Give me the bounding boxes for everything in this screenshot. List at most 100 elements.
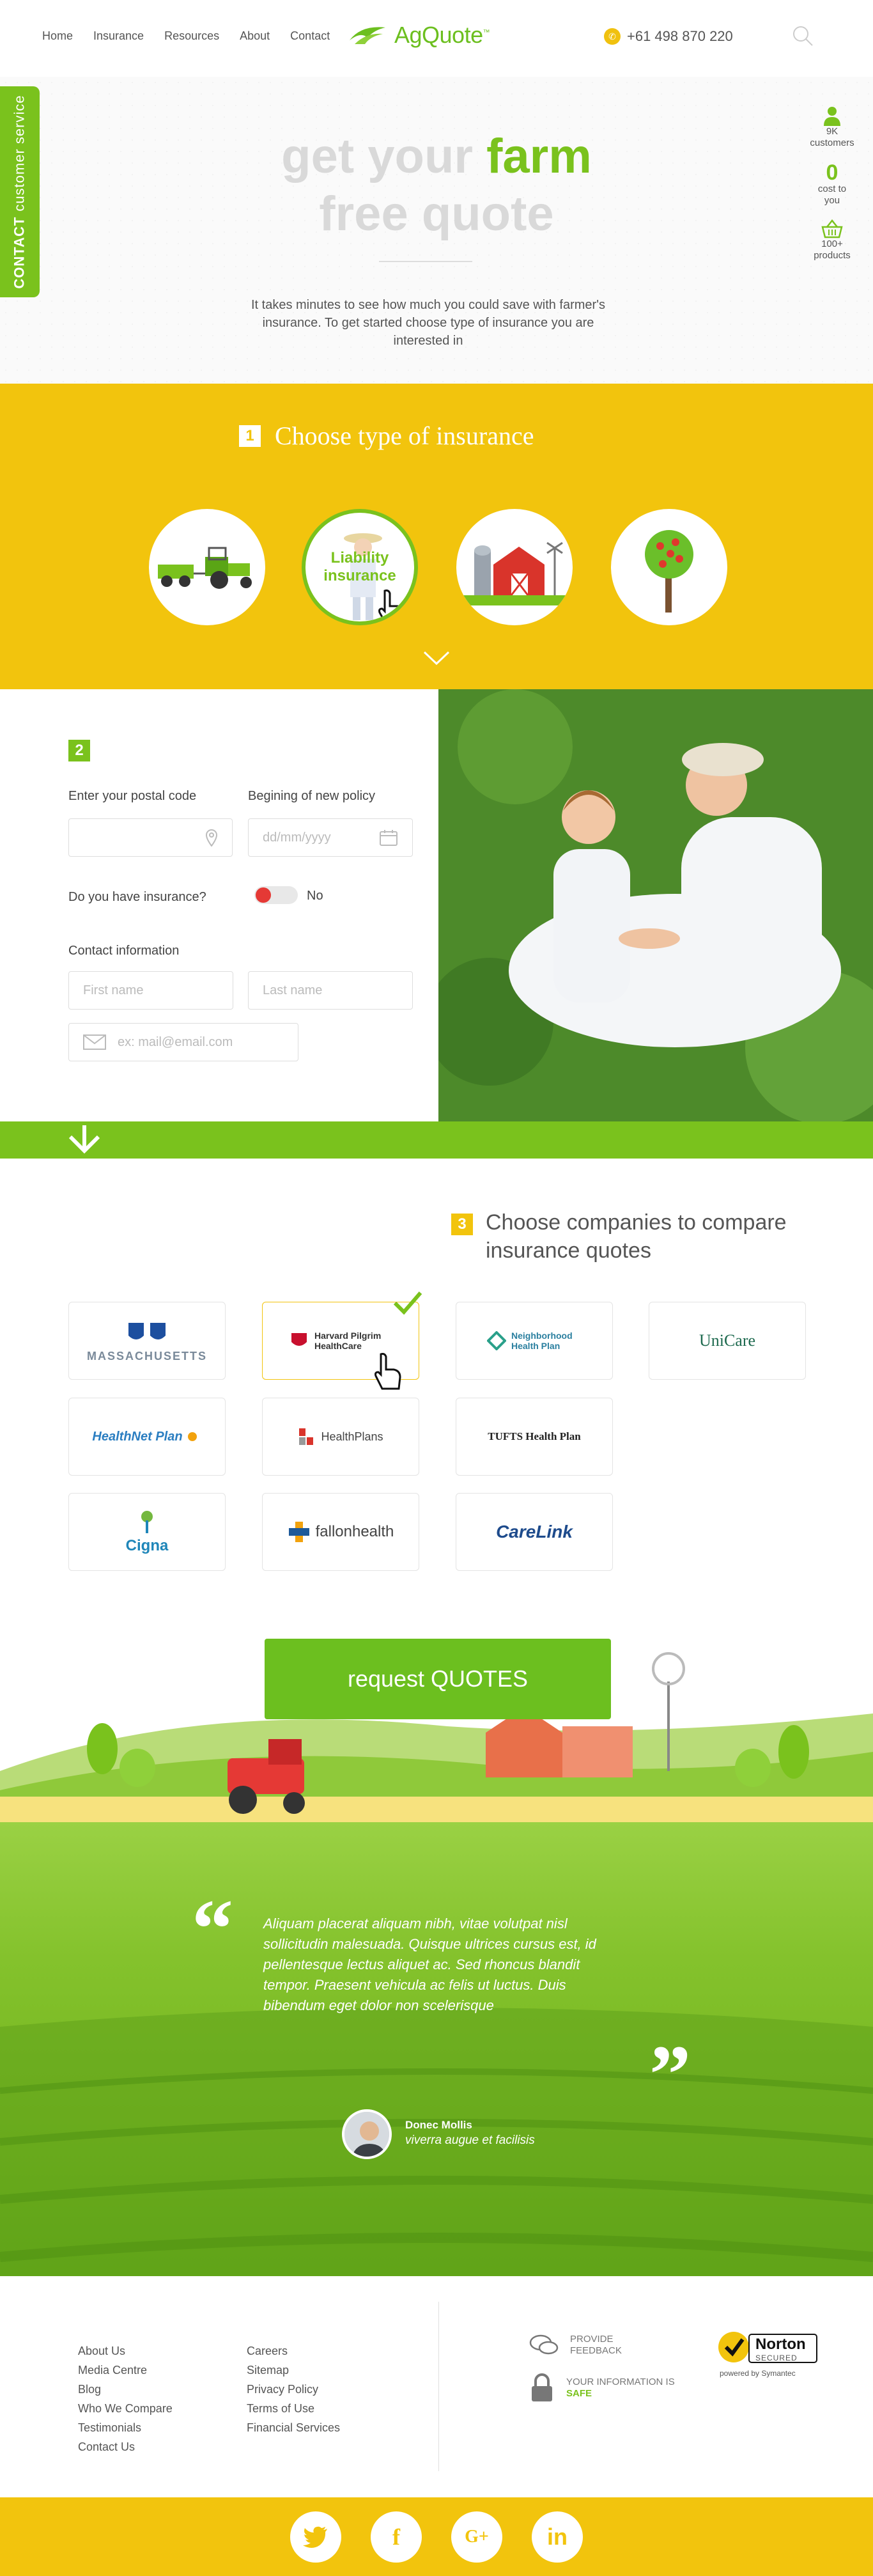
calendar-icon xyxy=(380,830,398,846)
footer-link-media[interactable]: Media Centre xyxy=(78,2361,173,2380)
company-fallon-label: fallonhealth xyxy=(315,1523,394,1540)
email-input[interactable]: ex: mail@email.com xyxy=(68,1023,298,1061)
logo[interactable]: AgQuote™ xyxy=(348,22,490,49)
hand-pointer-icon xyxy=(375,1353,401,1390)
testimonial-quote: Aliquam placerat aliquam nibh, vitae vol… xyxy=(263,1916,596,2013)
phone-contact[interactable]: ✆ +61 498 870 220 xyxy=(604,28,733,45)
linkedin-icon[interactable]: in xyxy=(532,2511,583,2563)
hero-title-line2: free quote xyxy=(319,187,554,241)
company-tufts[interactable]: TUFTS Health Plan xyxy=(456,1398,613,1476)
have-insurance-toggle[interactable] xyxy=(254,886,298,904)
search-icon[interactable] xyxy=(791,24,814,47)
google-plus-icon[interactable]: G+ xyxy=(451,2511,502,2563)
norton-secured-badge[interactable]: Norton SECURED powered by Symantec xyxy=(715,2325,819,2383)
policy-date-input[interactable]: dd/mm/yyyy xyxy=(248,818,413,857)
stat-products-label: products xyxy=(814,250,851,261)
author-name: Donec Mollis xyxy=(405,2119,472,2131)
postal-code-input[interactable] xyxy=(68,818,233,857)
company-fallon[interactable]: fallonhealth xyxy=(262,1493,419,1571)
last-name-input[interactable]: Last name xyxy=(248,971,413,1010)
hero-description: It takes minutes to see how much you cou… xyxy=(251,298,606,348)
stat-customers-value: 9K xyxy=(826,126,838,137)
email-placeholder: ex: mail@email.com xyxy=(118,1034,233,1049)
footer-link-privacy[interactable]: Privacy Policy xyxy=(247,2380,340,2399)
stat-products: 100+ products xyxy=(814,219,851,262)
photo-illustration xyxy=(438,689,873,1121)
chevron-down-icon[interactable] xyxy=(422,648,451,667)
insurance-option-farm-buildings[interactable] xyxy=(456,509,573,625)
policy-start-label: Begining of new policy xyxy=(248,789,376,803)
hero-title: get your farm free quote xyxy=(0,128,873,243)
footer-link-testimonials[interactable]: Testimonials xyxy=(78,2418,173,2437)
step3-badge: 3 xyxy=(451,1214,473,1235)
step1-heading: 1 Choose type of insurance xyxy=(239,421,534,451)
step2-badge: 2 xyxy=(68,740,90,761)
nav-home[interactable]: Home xyxy=(42,29,73,43)
fallon-cross-icon xyxy=(288,1522,309,1542)
author-avatar xyxy=(342,2109,392,2159)
footer-link-sitemap[interactable]: Sitemap xyxy=(247,2361,340,2380)
safe-prefix: YOUR INFORMATION IS xyxy=(566,2377,675,2387)
footer-links-col1: About Us Media Centre Blog Who We Compar… xyxy=(78,2341,173,2456)
nav-resources[interactable]: Resources xyxy=(164,29,219,43)
footer-link-financial[interactable]: Financial Services xyxy=(247,2418,340,2437)
crop-field-background xyxy=(0,2008,873,2276)
step1-badge: 1 xyxy=(239,425,261,447)
company-unicare-label: UniCare xyxy=(699,1331,756,1350)
first-name-input[interactable]: First name xyxy=(68,971,233,1010)
insurance-option-crops[interactable] xyxy=(611,509,727,625)
company-healthnet[interactable]: HealthNet Plan xyxy=(68,1398,226,1476)
liability-label: Liability insurance xyxy=(323,549,396,584)
toggle-value: No xyxy=(307,889,323,903)
footer-link-contact[interactable]: Contact Us xyxy=(78,2437,173,2456)
healthplans-logo-icon xyxy=(299,1428,314,1445)
author-role: viverra augue et facilisis xyxy=(405,2134,535,2147)
nav-about[interactable]: About xyxy=(240,29,270,43)
company-carelink[interactable]: CareLink xyxy=(456,1493,613,1571)
footer-link-careers[interactable]: Careers xyxy=(247,2341,340,2361)
facebook-icon[interactable]: f xyxy=(371,2511,422,2563)
footer-link-about[interactable]: About Us xyxy=(78,2341,173,2361)
contact-info-label: Contact information xyxy=(68,944,180,958)
norton-secured: SECURED xyxy=(755,2354,798,2362)
company-bcbs-label: MASSACHUSETTS xyxy=(86,1349,207,1362)
nav-insurance[interactable]: Insurance xyxy=(93,29,144,43)
company-cigna-label: Cigna xyxy=(125,1537,169,1554)
step1-title: Choose type of insurance xyxy=(275,421,534,450)
stat-cost-value: 0 xyxy=(826,160,838,185)
envelope-icon xyxy=(83,1034,106,1050)
twitter-icon[interactable] xyxy=(290,2511,341,2563)
nav-contact[interactable]: Contact xyxy=(290,29,330,43)
footer-link-compare[interactable]: Who We Compare xyxy=(78,2399,173,2418)
social-bar: f G+ in xyxy=(0,2497,873,2576)
basket-icon xyxy=(821,219,843,238)
leaf-logo-icon xyxy=(350,27,385,44)
provide-feedback[interactable]: PROVIDE FEEDBACK xyxy=(529,2334,628,2357)
insurance-option-liability[interactable]: Liability insurance xyxy=(302,509,418,625)
nhp-logo-icon xyxy=(487,1331,506,1350)
insurance-option-machinery[interactable] xyxy=(149,509,265,625)
open-quote-icon: “ xyxy=(192,1883,233,1975)
footer-link-blog[interactable]: Blog xyxy=(78,2380,173,2399)
testimonial-author: Donec Mollis viverra augue et facilisis xyxy=(405,2118,535,2148)
stat-cost: 0 cost to you xyxy=(813,162,851,207)
apple-tree-icon xyxy=(645,530,693,613)
footer-link-terms[interactable]: Terms of Use xyxy=(247,2399,340,2418)
company-healthplans[interactable]: HealthPlans xyxy=(262,1398,419,1476)
request-quotes-button[interactable]: request QUOTES xyxy=(265,1639,611,1719)
company-neighborhood-health[interactable]: Neighborhood Health Plan xyxy=(456,1302,613,1380)
harvard-pilgrim-shield-icon xyxy=(291,1333,307,1346)
stat-customers: 9K customers xyxy=(810,105,854,149)
feedback-label: PROVIDE FEEDBACK xyxy=(570,2334,622,2356)
company-unicare[interactable]: UniCare xyxy=(649,1302,806,1380)
company-bcbs-massachusetts[interactable]: MASSACHUSETTS xyxy=(68,1302,226,1380)
bcbs-logo-icon xyxy=(128,1322,166,1339)
arrow-down-icon xyxy=(68,1125,100,1154)
tractor-trailer-icon xyxy=(158,547,252,589)
green-divider-bar xyxy=(0,1121,873,1159)
stat-products-value: 100+ xyxy=(821,238,843,249)
company-cigna[interactable]: Cigna xyxy=(68,1493,226,1571)
checkmark-icon xyxy=(393,1292,422,1315)
date-placeholder: dd/mm/yyyy xyxy=(263,830,331,845)
chat-bubbles-icon xyxy=(529,2334,559,2355)
